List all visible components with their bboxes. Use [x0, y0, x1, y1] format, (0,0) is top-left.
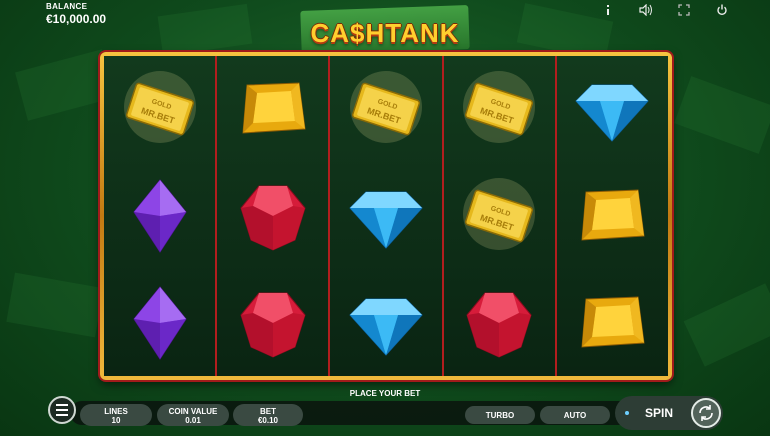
coin-value-selector[interactable]: COIN VALUE 0.01 — [157, 404, 229, 426]
coin-value-value: 0.01 — [185, 416, 201, 425]
reel-cell — [557, 269, 668, 376]
yellow-gem-symbol — [581, 296, 645, 348]
menu-button[interactable] — [48, 396, 76, 424]
red-gem-symbol — [240, 185, 306, 251]
power-icon[interactable] — [714, 2, 730, 18]
sound-icon[interactable] — [638, 2, 654, 18]
yellow-gem-symbol — [242, 82, 306, 134]
auto-button[interactable]: AUTO — [540, 406, 610, 424]
info-icon[interactable] — [600, 2, 616, 18]
game-logo: CA$HTANK — [293, 5, 477, 55]
purple-gem-symbol — [132, 285, 187, 360]
blue-diamond-symbol — [349, 298, 423, 356]
spin-button[interactable] — [691, 398, 721, 428]
reel-frame: GOLD MR.BET GOLD MR.BET GOLD MR.BET GOLD… — [100, 52, 672, 380]
balance-value: €10,000.00 — [46, 12, 107, 26]
reel-1: GOLD MR.BET — [104, 56, 216, 376]
bet-label: BET — [260, 407, 276, 416]
reel-cell — [557, 56, 668, 163]
reel-cell — [557, 163, 668, 270]
reel-cell — [217, 163, 328, 270]
red-gem-symbol — [240, 292, 306, 358]
reel-cell — [104, 163, 215, 270]
blue-diamond-symbol — [575, 84, 650, 143]
gold-bar-symbol: GOLD MR.BET — [463, 177, 536, 250]
reel-cell — [330, 269, 441, 376]
spin-arrows-icon — [699, 405, 713, 421]
indicator-dot — [625, 411, 629, 415]
lines-label: LINES — [104, 407, 128, 416]
balance-display: BALANCE €10,000.00 — [46, 2, 106, 26]
gold-bar-symbol: GOLD MR.BET — [463, 71, 536, 144]
lines-value: 10 — [111, 416, 121, 425]
top-toolbar — [600, 2, 730, 18]
reels-area: GOLD MR.BET GOLD MR.BET GOLD MR.BET GOLD… — [104, 56, 669, 376]
lines-selector[interactable]: LINES 10 — [80, 404, 152, 426]
reel-cell — [217, 269, 328, 376]
fullscreen-icon[interactable] — [676, 2, 692, 18]
turbo-button[interactable]: TURBO — [465, 406, 535, 424]
balance-label: BALANCE — [46, 2, 88, 11]
reel-cell: GOLD MR.BET — [444, 56, 555, 163]
reel-2 — [215, 56, 329, 376]
logo-text: CA$HTANK — [310, 18, 460, 48]
reel-3: GOLD MR.BET — [328, 56, 442, 376]
reel-4: GOLD MR.BET GOLD MR.BET — [441, 56, 555, 376]
reel-cell — [217, 56, 328, 163]
red-gem-symbol — [466, 292, 532, 358]
reel-cell: GOLD MR.BET — [444, 163, 555, 270]
reel-cell — [444, 269, 555, 376]
yellow-gem-symbol — [581, 189, 645, 241]
bet-selector[interactable]: BET €0.10 — [233, 404, 303, 426]
reel-cell — [104, 269, 215, 376]
reel-5 — [554, 56, 669, 376]
reel-cell — [330, 163, 441, 270]
spin-control[interactable]: SPIN — [615, 396, 723, 430]
reel-cell: GOLD MR.BET — [330, 56, 441, 163]
control-bar: PLACE YOUR BET LINES 10 COIN VALUE 0.01 … — [40, 389, 730, 432]
gold-bar-symbol: GOLD MR.BET — [123, 71, 196, 144]
coin-value-label: COIN VALUE — [168, 407, 218, 416]
bet-value: €0.10 — [257, 416, 279, 425]
gold-bar-symbol: GOLD MR.BET — [350, 71, 422, 144]
blue-diamond-symbol — [349, 191, 423, 249]
purple-gem-symbol — [132, 179, 187, 253]
spin-label: SPIN — [645, 406, 674, 420]
reel-cell: GOLD MR.BET — [104, 56, 215, 163]
menu-icon — [56, 404, 68, 406]
